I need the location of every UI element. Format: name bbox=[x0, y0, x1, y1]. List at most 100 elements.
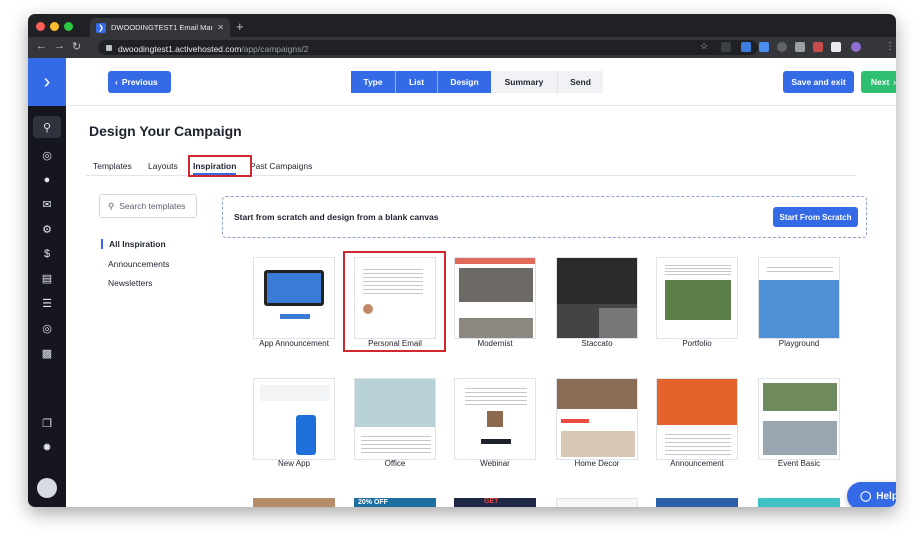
back-icon[interactable]: ← bbox=[36, 40, 47, 52]
help-chat-icon: ◯ bbox=[860, 490, 872, 502]
thumbnail-photo bbox=[487, 411, 503, 427]
deals-dollar-icon[interactable]: $ bbox=[37, 246, 57, 262]
next-label: Next bbox=[870, 77, 890, 87]
extension-icon-2[interactable] bbox=[741, 42, 751, 52]
url-path: /app/campaigns/2 bbox=[241, 43, 309, 54]
thumbnail-photo bbox=[459, 268, 533, 302]
close-window-dot[interactable] bbox=[36, 22, 45, 31]
template-card-announcement[interactable] bbox=[656, 378, 738, 460]
template-card-portfolio[interactable] bbox=[656, 257, 738, 339]
card-label-office: Office bbox=[384, 459, 406, 468]
extension-icon-5[interactable] bbox=[795, 42, 805, 52]
template-card-row3-2[interactable]: 20% OFF bbox=[354, 498, 436, 507]
browser-tab[interactable]: ❯ DWOODINGTEST1 Email Marke ✕ bbox=[90, 18, 230, 37]
step-summary[interactable]: Summary bbox=[491, 71, 557, 93]
browser-tab-strip: ❯ DWOODINGTEST1 Email Marke ✕ + bbox=[28, 14, 896, 37]
step-type[interactable]: Type bbox=[351, 71, 395, 93]
step-send[interactable]: Send bbox=[557, 71, 603, 93]
start-from-scratch-button[interactable]: Start From Scratch bbox=[773, 207, 858, 227]
help-button[interactable]: ◯ Help bbox=[847, 482, 896, 507]
chevron-left-icon: ‹ bbox=[115, 77, 118, 87]
extension-icon-1[interactable] bbox=[721, 42, 731, 52]
favicon-icon: ❯ bbox=[96, 22, 106, 33]
reports-chart-icon[interactable]: ▩ bbox=[37, 345, 57, 361]
extension-icon-4[interactable] bbox=[777, 42, 787, 52]
website-globe-icon[interactable]: ◎ bbox=[37, 320, 57, 336]
conversations-icon[interactable]: ▤ bbox=[37, 270, 57, 286]
minimize-window-dot[interactable] bbox=[50, 22, 59, 31]
thumbnail-photo-2 bbox=[561, 431, 635, 457]
tab-past-campaigns[interactable]: Past Campaigns bbox=[250, 161, 312, 171]
template-card-webinar[interactable] bbox=[454, 378, 536, 460]
profile-icon[interactable] bbox=[851, 42, 861, 52]
contacts-icon[interactable]: ● bbox=[37, 172, 57, 188]
template-card-home-decor[interactable] bbox=[556, 378, 638, 460]
template-card-office[interactable] bbox=[354, 378, 436, 460]
thumbnail-phone bbox=[296, 415, 316, 455]
thumbnail-accent bbox=[561, 419, 589, 423]
step-list[interactable]: List bbox=[395, 71, 437, 93]
search-templates-input[interactable]: ⚲ Search templates bbox=[99, 194, 197, 218]
card-label-staccato: Staccato bbox=[581, 339, 613, 348]
maximize-window-dot[interactable] bbox=[64, 22, 73, 31]
template-card-playground[interactable] bbox=[758, 257, 840, 339]
thumbnail-photo bbox=[665, 280, 731, 320]
extension-icon-6[interactable] bbox=[813, 42, 823, 52]
card-label-announcement: Announcement bbox=[670, 459, 724, 468]
get-snippet: GET bbox=[484, 498, 499, 505]
lock-icon bbox=[106, 44, 112, 51]
avatar[interactable] bbox=[37, 478, 57, 498]
thumbnail-tablet bbox=[264, 270, 324, 306]
previous-label: Previous bbox=[121, 77, 158, 87]
browser-menu-icon[interactable]: ⋮ bbox=[885, 41, 895, 52]
card-label-portfolio: Portfolio bbox=[682, 339, 712, 348]
thumbnail-text-lines bbox=[767, 264, 833, 274]
thumbnail-photo bbox=[557, 379, 637, 409]
settings-gear-icon[interactable]: ✹ bbox=[37, 439, 57, 455]
template-card-row3-5[interactable] bbox=[656, 498, 738, 507]
search-icon[interactable]: ⚲ bbox=[33, 116, 61, 138]
filter-all-inspiration[interactable]: All Inspiration bbox=[101, 239, 166, 249]
lists-icon[interactable]: ☰ bbox=[37, 295, 57, 311]
reload-icon[interactable]: ↻ bbox=[72, 40, 81, 53]
next-button[interactable]: Next › bbox=[861, 71, 896, 93]
card-label-app-announcement: App Announcement bbox=[259, 339, 329, 348]
browser-toolbar: ← → ↻ dwoodingtest1.activehosted.com/app… bbox=[28, 37, 896, 58]
template-card-app-announcement[interactable] bbox=[253, 257, 335, 339]
template-card-row3-4[interactable] bbox=[556, 498, 638, 507]
template-card-event-basic[interactable] bbox=[758, 378, 840, 460]
tab-layouts[interactable]: Layouts bbox=[148, 161, 178, 171]
bookmark-star-icon[interactable]: ☆ bbox=[700, 41, 708, 52]
filter-announcements[interactable]: Announcements bbox=[108, 259, 169, 269]
step-design[interactable]: Design bbox=[437, 71, 491, 93]
thumbnail-header-bar bbox=[455, 258, 535, 264]
thumbnail-text-lines bbox=[361, 433, 431, 453]
close-tab-icon[interactable]: ✕ bbox=[217, 23, 224, 32]
save-and-exit-button[interactable]: Save and exit bbox=[783, 71, 854, 93]
extension-icon-7[interactable] bbox=[831, 42, 841, 52]
template-card-new-app[interactable] bbox=[253, 378, 335, 460]
tab-templates[interactable]: Templates bbox=[93, 161, 132, 171]
automation-icon[interactable]: ⚙ bbox=[37, 221, 57, 237]
apps-icon[interactable]: ❐ bbox=[37, 415, 57, 431]
template-card-staccato[interactable] bbox=[556, 257, 638, 339]
card-label-playground: Playground bbox=[778, 339, 820, 348]
filter-newsletters[interactable]: Newsletters bbox=[108, 278, 152, 288]
template-card-modernist[interactable] bbox=[454, 257, 536, 339]
template-card-row3-3[interactable]: GET bbox=[454, 498, 536, 507]
previous-button[interactable]: ‹ Previous bbox=[108, 71, 171, 93]
offer-snippet: 20% OFF bbox=[358, 499, 388, 506]
thumbnail-text-lines bbox=[665, 431, 731, 455]
card-label-personal-email: Personal Email bbox=[368, 339, 422, 348]
template-card-row3-6[interactable] bbox=[758, 498, 840, 507]
new-tab-icon[interactable]: + bbox=[236, 19, 244, 34]
forward-icon[interactable]: → bbox=[54, 40, 65, 52]
template-card-row3-1[interactable] bbox=[253, 498, 335, 507]
lightbulb-icon[interactable]: ◎ bbox=[37, 147, 57, 163]
main-content: Design Your Campaign Templates Layouts I… bbox=[66, 106, 896, 507]
thumbnail-photo-2 bbox=[763, 421, 837, 455]
logo-chevron-icon[interactable]: › bbox=[28, 58, 66, 106]
campaigns-envelope-icon[interactable]: ✉ bbox=[37, 196, 57, 212]
address-bar[interactable]: dwoodingtest1.activehosted.com/app/campa… bbox=[98, 40, 758, 55]
extension-icon-3[interactable] bbox=[759, 42, 769, 52]
